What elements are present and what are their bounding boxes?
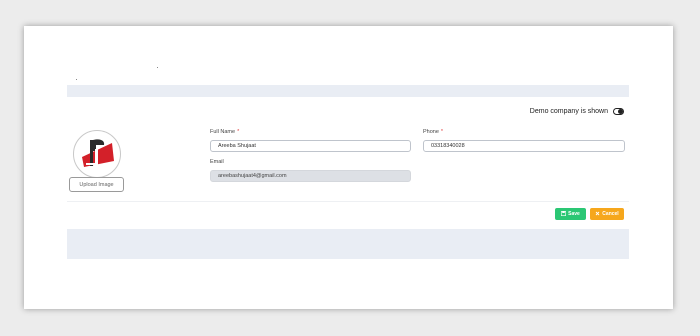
avatar bbox=[73, 130, 121, 178]
demo-company-toggle[interactable] bbox=[613, 107, 624, 115]
phone-input[interactable]: 03318340028 bbox=[423, 140, 625, 152]
decorative-dot bbox=[76, 79, 77, 80]
upload-image-button[interactable]: Upload Image bbox=[69, 177, 124, 192]
required-marker: * bbox=[237, 129, 240, 135]
required-marker: * bbox=[440, 129, 444, 135]
email-label: Email bbox=[210, 159, 224, 165]
full-name-label: Full Name * bbox=[210, 129, 239, 135]
phone-value: 03318340028 bbox=[431, 143, 465, 149]
company-logo-icon bbox=[75, 132, 119, 176]
times-icon bbox=[595, 211, 600, 218]
bottom-band bbox=[67, 229, 629, 259]
settings-card: Demo company is shown Upload Image Full … bbox=[24, 26, 673, 309]
cancel-button[interactable]: Cancel bbox=[590, 208, 624, 220]
phone-label: Phone * bbox=[423, 129, 443, 135]
toggle-knob bbox=[618, 108, 623, 114]
cancel-label: Cancel bbox=[602, 211, 619, 217]
email-field: areebashujaat4@gmail.com bbox=[210, 170, 411, 182]
email-value: areebashujaat4@gmail.com bbox=[218, 173, 287, 179]
demo-company-row: Demo company is shown bbox=[474, 105, 624, 117]
save-button[interactable]: Save bbox=[555, 208, 586, 220]
demo-company-label: Demo company is shown bbox=[529, 107, 608, 115]
top-band bbox=[67, 85, 629, 97]
floppy-disk-icon bbox=[561, 210, 567, 218]
form-divider bbox=[67, 201, 629, 202]
full-name-input[interactable]: Areeba Shujaat bbox=[210, 140, 411, 152]
save-label: Save bbox=[568, 211, 580, 217]
decorative-dot bbox=[157, 67, 158, 68]
full-name-value: Areeba Shujaat bbox=[218, 143, 256, 149]
full-name-label-text: Full Name bbox=[210, 129, 236, 135]
phone-label-text: Phone bbox=[423, 129, 439, 135]
